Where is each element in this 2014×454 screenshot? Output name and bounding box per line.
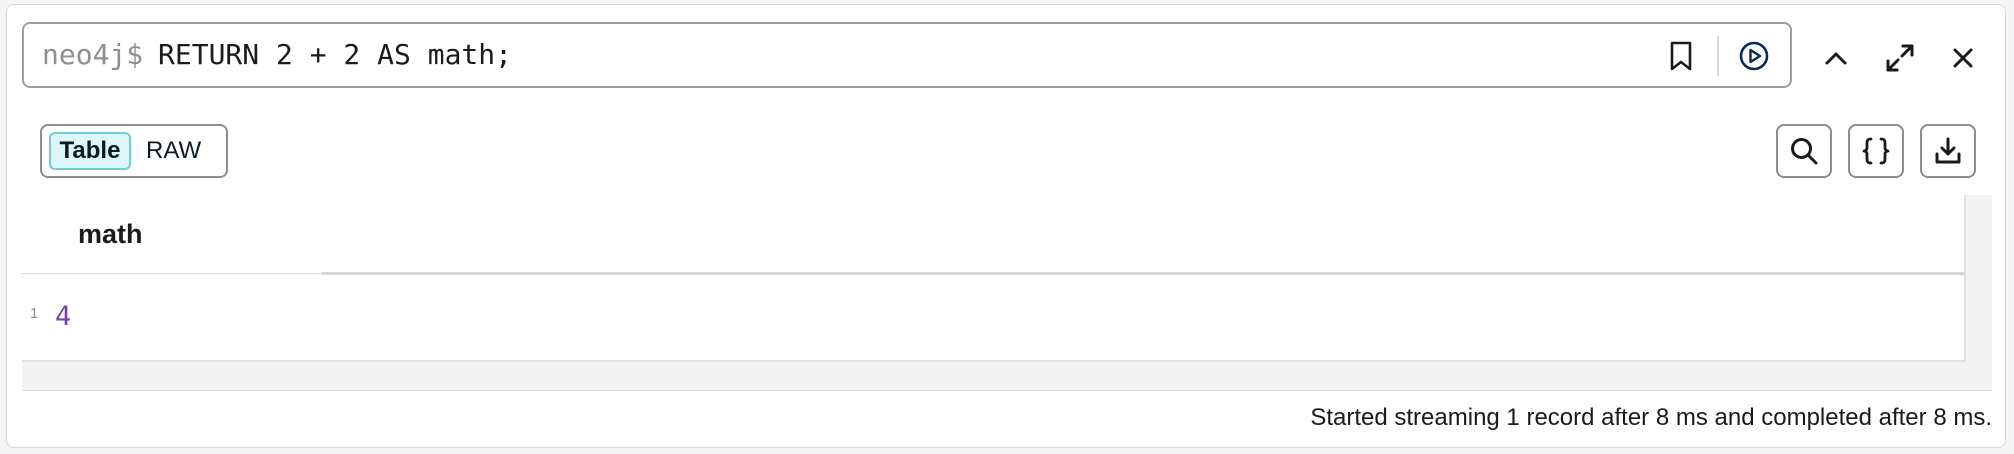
editor-prompt: neo4j$ [42,38,144,71]
json-view-button[interactable] [1848,124,1904,178]
tab-raw[interactable]: RAW [146,132,201,170]
search-icon [1791,138,1818,165]
view-toggle: Table RAW [40,124,228,178]
fullscreen-icon[interactable] [1878,36,1922,80]
run-icon[interactable] [1735,37,1773,75]
search-button[interactable] [1776,124,1832,178]
collapse-icon[interactable] [1814,36,1858,80]
download-button[interactable] [1920,124,1976,178]
bookmark-icon[interactable] [1662,37,1700,75]
row-number: 1 [30,305,39,322]
status-message: Started streaming 1 record after 8 ms an… [1310,404,1992,431]
result-table-container: math 1 4 [22,195,1992,391]
column-header-math: math [78,219,143,249]
json-icon [1862,137,1890,165]
editor-divider [1717,36,1719,76]
header-divider [322,272,1964,275]
tab-table[interactable]: Table [49,132,131,170]
download-icon [1935,137,1961,164]
close-icon[interactable] [1941,36,1985,80]
header-divider [22,273,322,274]
result-table: math 1 4 [22,195,1966,362]
query-text[interactable]: RETURN 2 + 2 AS math; [158,38,512,71]
query-editor[interactable]: neo4j$ RETURN 2 + 2 AS math; [22,22,1792,88]
table-cell: 4 [55,301,72,332]
